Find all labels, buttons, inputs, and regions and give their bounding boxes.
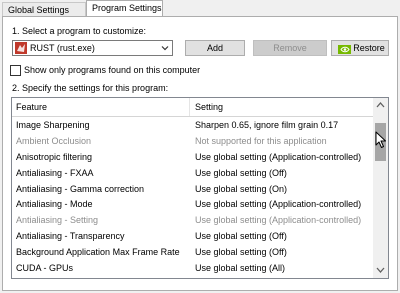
setting-cell[interactable]: Use global setting (On) [195, 184, 287, 194]
chevron-up-icon[interactable] [376, 101, 385, 109]
feature-cell: Anisotropic filtering [16, 151, 93, 162]
table-row[interactable]: Ambient Occlusion Not supported for this… [12, 133, 374, 149]
setting-cell[interactable]: Use global setting (Off) [195, 247, 287, 257]
feature-cell: CUDA - GPUs [16, 263, 74, 274]
feature-cell: Background Application Max Frame Rate [16, 247, 180, 258]
table-row[interactable]: Antialiasing - FXAA Use global setting (… [12, 165, 374, 181]
tab-program-settings[interactable]: Program Settings [86, 0, 163, 17]
table-body: Image Sharpening Sharpen 0.65, ignore fi… [12, 117, 374, 276]
feature-cell: Antialiasing - Mode [16, 199, 93, 210]
table-row[interactable]: Image Sharpening Sharpen 0.65, ignore fi… [12, 117, 374, 133]
chevron-down-icon[interactable] [376, 266, 385, 274]
setting-cell[interactable]: Use global setting (Off) [195, 168, 287, 178]
setting-cell[interactable]: Use global setting (Application-controll… [195, 152, 361, 162]
feature-cell: Ambient Occlusion [16, 135, 92, 146]
setting-cell[interactable]: Sharpen 0.65, ignore film grain 0.17 [195, 120, 338, 130]
column-divider[interactable] [189, 98, 190, 116]
table-row[interactable]: Antialiasing - Mode Use global setting (… [12, 196, 374, 212]
add-button[interactable]: Add [185, 40, 245, 56]
setting-cell: Use global setting (Application-controll… [195, 215, 362, 226]
restore-button-label: Restore [353, 43, 385, 53]
mouse-cursor-icon [375, 131, 387, 149]
table-row[interactable]: CUDA - GPUs Use global setting (All) [12, 260, 374, 276]
table-header: Feature Setting [12, 98, 374, 117]
feature-cell: Image Sharpening [16, 120, 90, 130]
feature-cell: Antialiasing - Setting [16, 215, 99, 226]
setting-cell[interactable]: Use global setting (Off) [195, 231, 287, 241]
setting-cell[interactable]: Use global setting (Application-controll… [195, 199, 361, 209]
rust-app-icon [15, 42, 27, 54]
step1-label: 1. Select a program to customize: [12, 26, 147, 36]
settings-table: Feature Setting Image Sharpening Sharpen… [11, 97, 389, 279]
column-header-setting[interactable]: Setting [195, 102, 223, 112]
vertical-scrollbar[interactable] [373, 98, 388, 278]
feature-cell: Antialiasing - FXAA [16, 167, 94, 178]
step2-label: 2. Specify the settings for this program… [12, 83, 169, 93]
program-select-value: RUST (rust.exe) [30, 43, 95, 53]
table-row[interactable]: Background Application Max Frame Rate Us… [12, 244, 374, 260]
program-select[interactable]: RUST (rust.exe) [12, 40, 173, 56]
restore-button[interactable]: Restore [331, 40, 389, 56]
chevron-down-icon[interactable] [161, 44, 169, 52]
feature-cell: Antialiasing - Transparency [16, 231, 125, 242]
tab-strip: Global Settings Program Settings [0, 0, 400, 17]
setting-cell: Not supported for this application [195, 135, 327, 146]
table-row[interactable]: Anisotropic filtering Use global setting… [12, 149, 374, 165]
show-only-checkbox-label[interactable]: Show only programs found on this compute… [24, 65, 200, 75]
feature-cell: Antialiasing - Gamma correction [16, 183, 145, 194]
show-only-checkbox[interactable] [10, 65, 21, 76]
table-row[interactable]: Antialiasing - Gamma correction Use glob… [12, 181, 374, 197]
table-row[interactable]: Antialiasing - Transparency Use global s… [12, 228, 374, 244]
remove-button[interactable]: Remove [253, 40, 327, 56]
setting-cell[interactable]: Use global setting (All) [195, 263, 285, 273]
table-row[interactable]: Antialiasing - Setting Use global settin… [12, 212, 374, 228]
column-header-feature[interactable]: Feature [16, 102, 47, 112]
nvidia-logo-icon [338, 44, 351, 54]
tab-global-settings[interactable]: Global Settings [2, 2, 86, 16]
